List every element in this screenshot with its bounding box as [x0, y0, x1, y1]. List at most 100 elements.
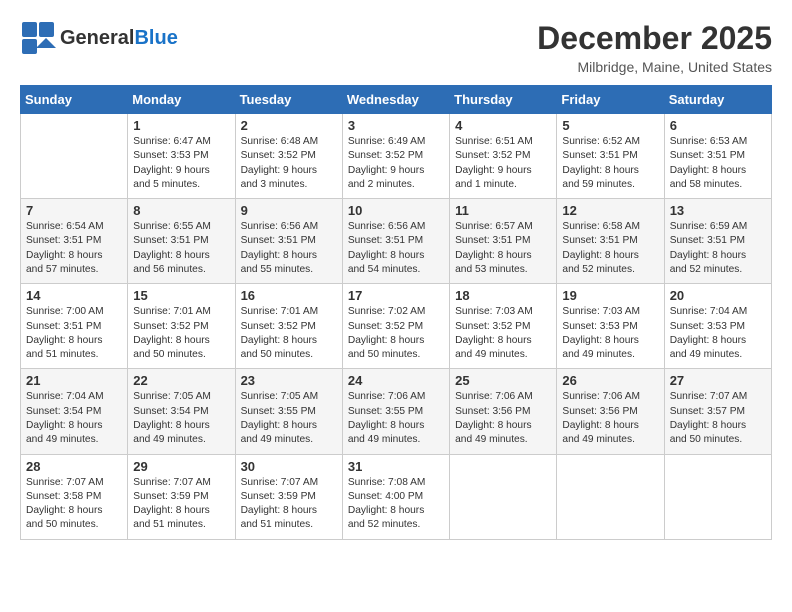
title-block: December 2025 Milbridge, Maine, United S… [537, 20, 772, 75]
day-number: 16 [241, 288, 337, 303]
day-header-thursday: Thursday [450, 86, 557, 114]
calendar-cell: 7 Sunrise: 6:54 AM Sunset: 3:51 PM Daylig… [21, 199, 128, 284]
calendar-cell: 29Sunrise: 7:07 AM Sunset: 3:59 PM Dayli… [128, 454, 235, 539]
calendar-cell: 18Sunrise: 7:03 AM Sunset: 3:52 PM Dayli… [450, 284, 557, 369]
cell-info: Sunrise: 7:07 AM Sunset: 3:57 PM Dayligh… [670, 390, 766, 447]
day-number: 25 [455, 373, 551, 388]
day-number: 8 [133, 203, 229, 218]
day-number: 19 [562, 288, 658, 303]
day-number: 27 [670, 373, 766, 388]
calendar-cell: 22 Sunrise: 7:05 AM Sunset: 3:54 PM Dayli… [128, 369, 235, 454]
logo-icon [20, 20, 56, 56]
cell-info: Sunrise: 7:07 AM Sunset: 3:58 PM Dayligh… [26, 476, 122, 533]
day-header-sunday: Sunday [21, 86, 128, 114]
logo: GeneralBlue [20, 20, 178, 56]
cell-info: Sunrise: 6:59 AM Sunset: 3:51 PM Dayligh… [670, 220, 766, 277]
cell-info: Sunrise: 6:49 AM Sunset: 3:52 PM Dayligh… [348, 135, 444, 192]
calendar-cell: 2 Sunrise: 6:48 AM Sunset: 3:52 PM Daylig… [235, 114, 342, 199]
day-number: 4 [455, 118, 551, 133]
day-number: 20 [670, 288, 766, 303]
cell-info: Sunrise: 6:58 AM Sunset: 3:51 PM Dayligh… [562, 220, 658, 277]
day-number: 14 [26, 288, 122, 303]
calendar-cell: 17 Sunrise: 7:02 AM Sunset: 3:52 PM Dayli… [342, 284, 449, 369]
cell-info: Sunrise: 7:07 AM Sunset: 3:59 PM Dayligh… [241, 476, 337, 533]
day-number: 22 [133, 373, 229, 388]
day-number: 9 [241, 203, 337, 218]
calendar-cell: 9 Sunrise: 6:56 AM Sunset: 3:51 PM Daylig… [235, 199, 342, 284]
day-number: 28 [26, 459, 122, 474]
calendar-cell: 25 Sunrise: 7:06 AM Sunset: 3:56 PM Dayli… [450, 369, 557, 454]
cell-info: Sunrise: 7:02 AM Sunset: 3:52 PM Dayligh… [348, 305, 444, 362]
day-number: 6 [670, 118, 766, 133]
page-header: GeneralBlue December 2025 Milbridge, Mai… [20, 20, 772, 75]
day-number: 13 [670, 203, 766, 218]
calendar-cell: 12 Sunrise: 6:58 AM Sunset: 3:51 PM Dayli… [557, 199, 664, 284]
day-header-friday: Friday [557, 86, 664, 114]
cell-info: Sunrise: 6:48 AM Sunset: 3:52 PM Dayligh… [241, 135, 337, 192]
calendar-cell: 10 Sunrise: 6:56 AM Sunset: 3:51 PM Dayli… [342, 199, 449, 284]
day-number: 10 [348, 203, 444, 218]
calendar-cell: 4 Sunrise: 6:51 AM Sunset: 3:52 PM Daylig… [450, 114, 557, 199]
calendar-cell: 14 Sunrise: 7:00 AM Sunset: 3:51 PM Dayli… [21, 284, 128, 369]
day-number: 30 [241, 459, 337, 474]
day-number: 17 [348, 288, 444, 303]
day-number: 3 [348, 118, 444, 133]
calendar-cell: 8 Sunrise: 6:55 AM Sunset: 3:51 PM Daylig… [128, 199, 235, 284]
cell-info: Sunrise: 7:08 AM Sunset: 4:00 PM Dayligh… [348, 476, 444, 533]
cell-info: Sunrise: 7:01 AM Sunset: 3:52 PM Dayligh… [133, 305, 229, 362]
calendar-week-1: 1 Sunrise: 6:47 AM Sunset: 3:53 PM Daylig… [21, 114, 772, 199]
day-number: 11 [455, 203, 551, 218]
day-number: 29 [133, 459, 229, 474]
calendar-cell: 20 Sunrise: 7:04 AM Sunset: 3:53 PM Dayli… [664, 284, 771, 369]
calendar-cell: 15 Sunrise: 7:01 AM Sunset: 3:52 PM Dayli… [128, 284, 235, 369]
day-number: 12 [562, 203, 658, 218]
calendar-cell: 19Sunrise: 7:03 AM Sunset: 3:53 PM Dayli… [557, 284, 664, 369]
calendar-cell: 23Sunrise: 7:05 AM Sunset: 3:55 PM Dayli… [235, 369, 342, 454]
calendar-cell: 31 Sunrise: 7:08 AM Sunset: 4:00 PM Dayli… [342, 454, 449, 539]
cell-info: Sunrise: 7:00 AM Sunset: 3:51 PM Dayligh… [26, 305, 122, 362]
day-header-monday: Monday [128, 86, 235, 114]
cell-info: Sunrise: 6:57 AM Sunset: 3:51 PM Dayligh… [455, 220, 551, 277]
day-number: 21 [26, 373, 122, 388]
calendar-cell: 27 Sunrise: 7:07 AM Sunset: 3:57 PM Dayli… [664, 369, 771, 454]
cell-info: Sunrise: 6:54 AM Sunset: 3:51 PM Dayligh… [26, 220, 122, 277]
day-number: 1 [133, 118, 229, 133]
calendar-cell [450, 454, 557, 539]
cell-info: Sunrise: 7:06 AM Sunset: 3:56 PM Dayligh… [562, 390, 658, 447]
cell-info: Sunrise: 7:06 AM Sunset: 3:55 PM Dayligh… [348, 390, 444, 447]
calendar-cell: 24 Sunrise: 7:06 AM Sunset: 3:55 PM Dayli… [342, 369, 449, 454]
cell-info: Sunrise: 7:06 AM Sunset: 3:56 PM Dayligh… [455, 390, 551, 447]
calendar-header-row: SundayMondayTuesdayWednesdayThursdayFrid… [21, 86, 772, 114]
calendar-cell: 16Sunrise: 7:01 AM Sunset: 3:52 PM Dayli… [235, 284, 342, 369]
cell-info: Sunrise: 7:04 AM Sunset: 3:53 PM Dayligh… [670, 305, 766, 362]
calendar-cell: 30 Sunrise: 7:07 AM Sunset: 3:59 PM Dayli… [235, 454, 342, 539]
day-number: 26 [562, 373, 658, 388]
day-header-tuesday: Tuesday [235, 86, 342, 114]
calendar-week-3: 14 Sunrise: 7:00 AM Sunset: 3:51 PM Dayli… [21, 284, 772, 369]
day-number: 15 [133, 288, 229, 303]
day-number: 23 [241, 373, 337, 388]
cell-info: Sunrise: 7:05 AM Sunset: 3:54 PM Dayligh… [133, 390, 229, 447]
day-number: 5 [562, 118, 658, 133]
cell-info: Sunrise: 6:47 AM Sunset: 3:53 PM Dayligh… [133, 135, 229, 192]
calendar-cell [557, 454, 664, 539]
calendar-table: SundayMondayTuesdayWednesdayThursdayFrid… [20, 85, 772, 540]
cell-info: Sunrise: 6:56 AM Sunset: 3:51 PM Dayligh… [348, 220, 444, 277]
cell-info: Sunrise: 7:03 AM Sunset: 3:52 PM Dayligh… [455, 305, 551, 362]
calendar-cell: 28 Sunrise: 7:07 AM Sunset: 3:58 PM Dayli… [21, 454, 128, 539]
calendar-cell: 21Sunrise: 7:04 AM Sunset: 3:54 PM Dayli… [21, 369, 128, 454]
calendar-cell: 3 Sunrise: 6:49 AM Sunset: 3:52 PM Daylig… [342, 114, 449, 199]
logo-blue: Blue [134, 27, 177, 49]
calendar-cell [21, 114, 128, 199]
cell-info: Sunrise: 6:52 AM Sunset: 3:51 PM Dayligh… [562, 135, 658, 192]
cell-info: Sunrise: 6:55 AM Sunset: 3:51 PM Dayligh… [133, 220, 229, 277]
day-number: 31 [348, 459, 444, 474]
day-number: 2 [241, 118, 337, 133]
day-number: 7 [26, 203, 122, 218]
calendar-cell [664, 454, 771, 539]
calendar-cell: 13 Sunrise: 6:59 AM Sunset: 3:51 PM Dayli… [664, 199, 771, 284]
cell-info: Sunrise: 6:51 AM Sunset: 3:52 PM Dayligh… [455, 135, 551, 192]
day-number: 24 [348, 373, 444, 388]
cell-info: Sunrise: 6:56 AM Sunset: 3:51 PM Dayligh… [241, 220, 337, 277]
calendar-cell: 6Sunrise: 6:53 AM Sunset: 3:51 PM Daylig… [664, 114, 771, 199]
